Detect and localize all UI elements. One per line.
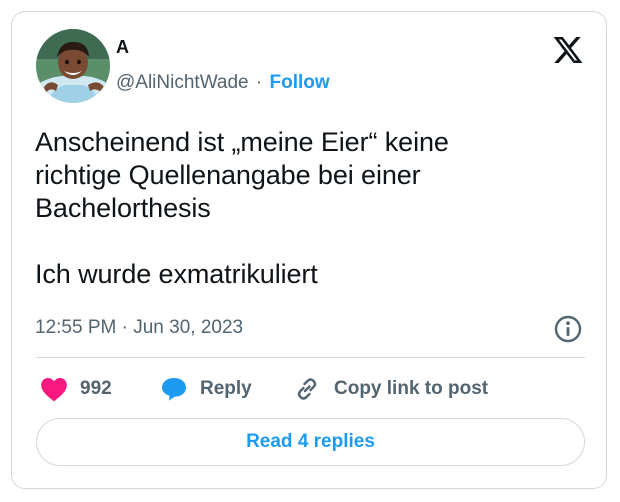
divider <box>36 357 585 358</box>
reply-button[interactable]: Reply <box>160 374 252 404</box>
author-handle[interactable]: @AliNichtWade <box>116 72 249 93</box>
read-replies-button[interactable]: Read 4 replies <box>36 418 585 466</box>
x-logo-icon[interactable] <box>551 34 585 66</box>
avatar[interactable] <box>36 29 110 103</box>
copy-link-button[interactable]: Copy link to post <box>292 374 488 404</box>
link-icon <box>292 374 322 404</box>
reply-label: Reply <box>200 378 252 399</box>
tweet-card: A @AliNichtWade · Follow Anscheinend ist… <box>11 11 607 489</box>
tweet-timestamp[interactable]: 12:55 PM · Jun 30, 2023 <box>35 316 243 340</box>
separator-dot: · <box>255 72 263 93</box>
like-count: 992 <box>80 378 112 399</box>
speech-bubble-icon <box>160 376 188 402</box>
author-display-name[interactable]: A <box>116 36 129 58</box>
heart-icon <box>40 376 68 402</box>
like-button[interactable]: 992 <box>40 374 112 404</box>
info-icon[interactable] <box>553 314 583 344</box>
author-handle-row: @AliNichtWade · Follow <box>116 71 330 95</box>
follow-button[interactable]: Follow <box>270 72 330 93</box>
tweet-text: Anscheinend ist „meine Eier“ keine richt… <box>35 127 449 289</box>
copy-link-label: Copy link to post <box>334 378 489 399</box>
